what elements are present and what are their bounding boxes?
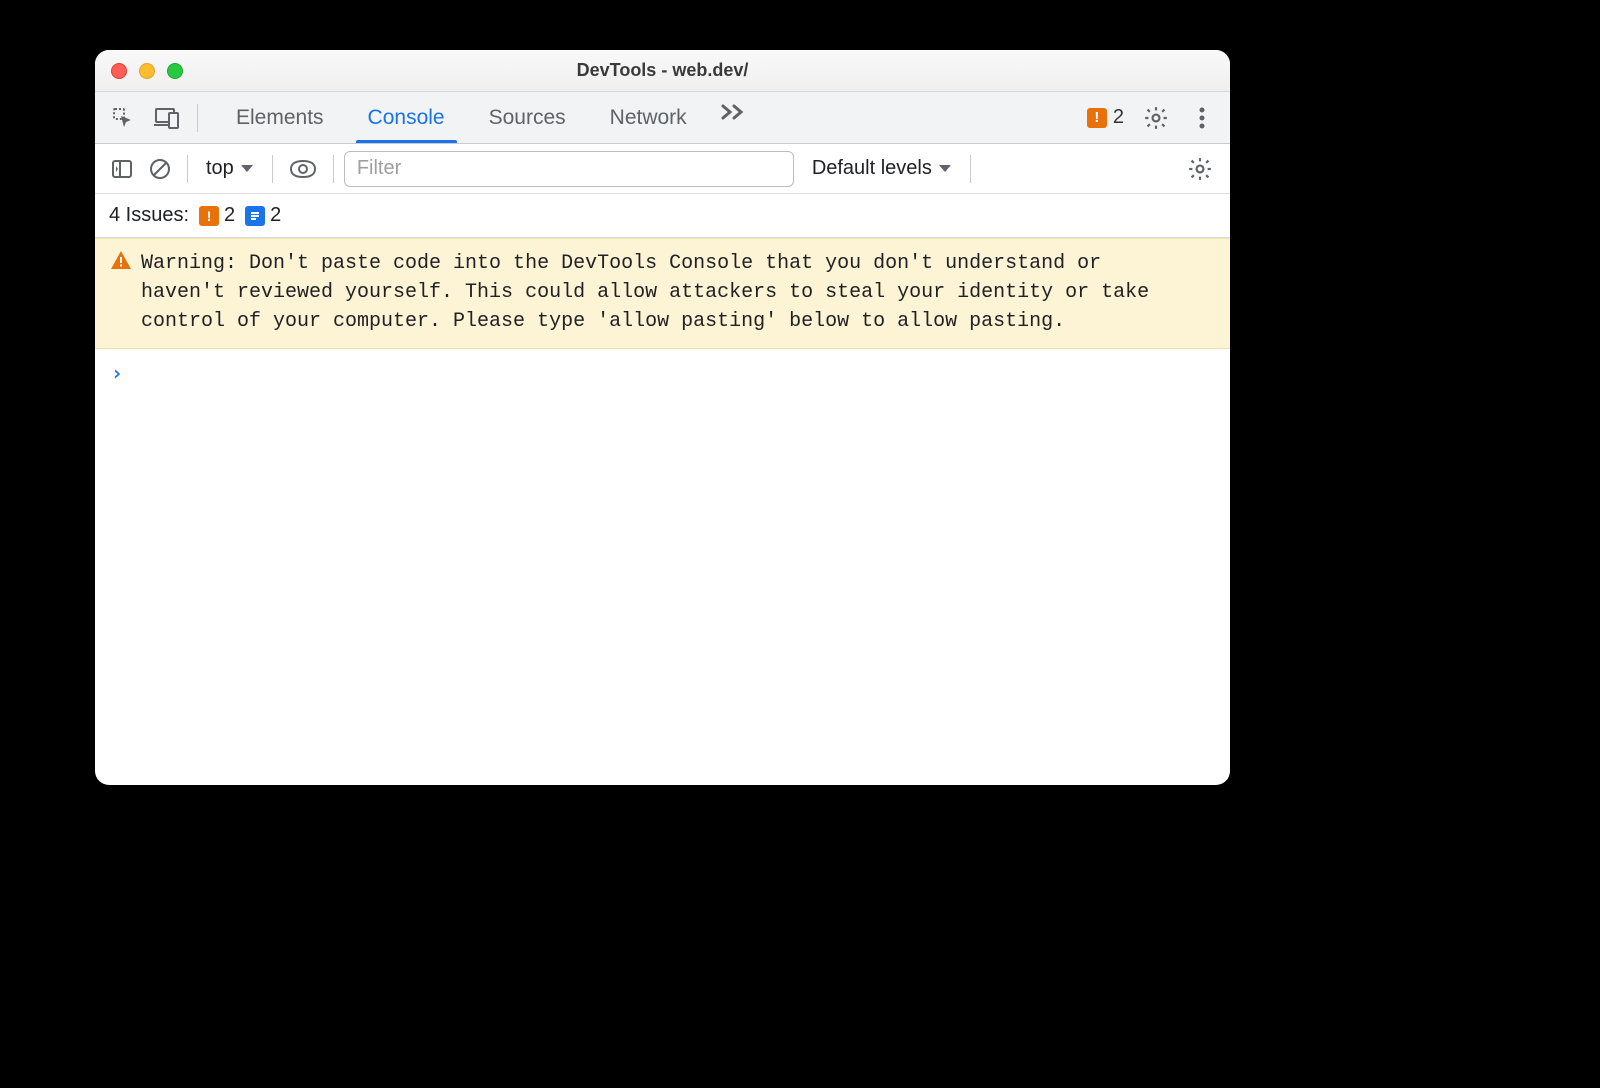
close-window-button[interactable] <box>111 63 127 79</box>
context-selector[interactable]: top <box>198 153 262 184</box>
error-count: 2 <box>1113 106 1124 129</box>
device-toolbar-icon[interactable] <box>147 98 187 138</box>
info-count: 2 <box>270 204 281 227</box>
minimize-window-button[interactable] <box>139 63 155 79</box>
error-counter[interactable]: ! 2 <box>1081 102 1130 133</box>
kebab-menu-icon[interactable] <box>1182 98 1222 138</box>
divider <box>187 155 188 183</box>
traffic-lights <box>111 63 183 79</box>
issue-chip-info[interactable]: 2 <box>245 204 281 227</box>
warning-count: 2 <box>224 204 235 227</box>
issues-row[interactable]: 4 Issues: ! 2 2 <box>95 194 1230 238</box>
warning-badge-icon: ! <box>199 206 219 226</box>
tabstrip-right: ! 2 <box>1081 98 1222 138</box>
chevron-down-icon <box>240 164 254 174</box>
live-expression-icon[interactable] <box>283 149 323 189</box>
console-prompt[interactable]: › <box>95 349 1230 397</box>
divider <box>970 155 971 183</box>
chevron-down-icon <box>938 164 952 174</box>
levels-label: Default levels <box>812 157 932 180</box>
log-levels-selector[interactable]: Default levels <box>812 157 952 180</box>
issue-chip-warnings[interactable]: ! 2 <box>199 204 235 227</box>
warning-text: Warning: Don't paste code into the DevTo… <box>141 249 1161 336</box>
tab-label: Sources <box>489 106 566 130</box>
clear-console-icon[interactable] <box>143 149 177 189</box>
titlebar: DevTools - web.dev/ <box>95 50 1230 92</box>
settings-icon[interactable] <box>1136 98 1176 138</box>
zoom-window-button[interactable] <box>167 63 183 79</box>
context-label: top <box>206 157 234 180</box>
info-badge-icon <box>245 206 265 226</box>
window-title: DevTools - web.dev/ <box>95 60 1230 81</box>
prompt-marker: › <box>111 361 123 385</box>
inspect-element-icon[interactable] <box>103 98 143 138</box>
console-settings-icon[interactable] <box>1180 149 1220 189</box>
divider <box>272 155 273 183</box>
self-xss-warning: Warning: Don't paste code into the DevTo… <box>95 238 1230 349</box>
tabstrip-left <box>103 98 204 138</box>
tab-label: Console <box>368 106 445 130</box>
tab-label: Network <box>610 106 687 130</box>
tabstrip: Elements Console Sources Network ! 2 <box>95 92 1230 144</box>
more-tabs-icon[interactable] <box>709 92 755 132</box>
toggle-sidebar-icon[interactable] <box>105 149 139 189</box>
warning-triangle-icon <box>111 251 131 336</box>
panel-tabs: Elements Console Sources Network <box>214 92 755 143</box>
tab-network[interactable]: Network <box>588 92 709 143</box>
devtools-window: DevTools - web.dev/ Elements Console <box>95 50 1230 785</box>
tab-console[interactable]: Console <box>346 92 467 143</box>
tab-sources[interactable]: Sources <box>467 92 588 143</box>
divider <box>333 155 334 183</box>
filter-input[interactable] <box>344 151 794 187</box>
tab-elements[interactable]: Elements <box>214 92 346 143</box>
divider <box>197 104 198 132</box>
console-toolbar: top Default levels <box>95 144 1230 194</box>
issues-label: 4 Issues: <box>109 204 189 227</box>
tab-label: Elements <box>236 106 324 130</box>
error-badge-icon: ! <box>1087 108 1107 128</box>
